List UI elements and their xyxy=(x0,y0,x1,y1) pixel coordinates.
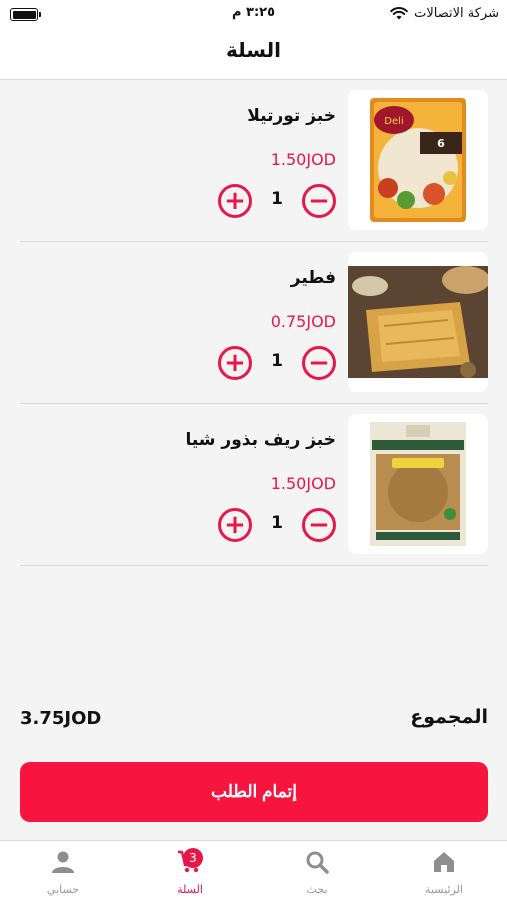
tab-home[interactable]: الرئيسية xyxy=(381,841,507,900)
svg-text:Deli: Deli xyxy=(384,116,403,127)
tab-cart[interactable]: 3 السلة xyxy=(127,841,253,900)
item-price: 1.50JOD xyxy=(270,474,336,493)
tab-home-label: الرئيسية xyxy=(425,883,463,896)
quantity-value: 1 xyxy=(271,351,283,371)
plus-icon: + xyxy=(224,510,246,540)
minus-icon: − xyxy=(308,348,330,378)
quantity-value: 1 xyxy=(271,189,283,209)
increase-quantity-button[interactable]: + xyxy=(218,346,252,380)
item-name: خبز تورتيلا xyxy=(247,106,336,126)
carrier-name: شركة الاتصالات xyxy=(414,6,499,21)
checkout-button[interactable]: إتمام الطلب xyxy=(20,762,488,822)
cart-item: Deli 6 خبز تورتيلا 1.50JOD + 1 − xyxy=(20,80,488,242)
plus-icon: + xyxy=(224,186,246,216)
cart-item: خبز ريف بذور شيا 1.50JOD + 1 − xyxy=(20,404,488,566)
tab-bar: الرئيسية بحث 3 السلة حسابي xyxy=(0,840,507,900)
decrease-quantity-button[interactable]: − xyxy=(302,346,336,380)
tab-account[interactable]: حسابي xyxy=(0,841,126,900)
page-title: السلة xyxy=(225,38,281,62)
total-value: 3.75JOD xyxy=(20,708,102,729)
wifi-icon xyxy=(390,6,408,19)
tab-cart-label: السلة xyxy=(177,883,203,896)
tortilla-wraps-package-image: Deli 6 xyxy=(348,90,488,230)
search-icon xyxy=(306,851,329,874)
plus-icon: + xyxy=(224,348,246,378)
total-label: المجموع xyxy=(410,706,488,728)
quantity-stepper: + 1 − xyxy=(211,346,336,380)
quantity-stepper: + 1 − xyxy=(211,508,336,542)
user-icon xyxy=(52,851,74,873)
tab-account-label: حسابي xyxy=(46,883,80,896)
pastry-photo-image xyxy=(348,252,488,392)
item-price: 1.50JOD xyxy=(270,150,336,169)
cart-count-badge: 3 xyxy=(183,848,203,868)
minus-icon: − xyxy=(308,186,330,216)
item-price: 0.75JOD xyxy=(270,312,336,331)
tab-search-label: بحث xyxy=(306,883,328,896)
cart-list: Deli 6 خبز تورتيلا 1.50JOD + 1 − فطير 0.… xyxy=(20,80,488,566)
svg-text:6: 6 xyxy=(437,137,445,150)
nav-header: السلة xyxy=(0,28,507,80)
home-icon xyxy=(434,852,454,872)
minus-icon: − xyxy=(308,510,330,540)
decrease-quantity-button[interactable]: − xyxy=(302,508,336,542)
quantity-stepper: + 1 − xyxy=(211,184,336,218)
quantity-value: 1 xyxy=(271,513,283,533)
cart-item: فطير 0.75JOD + 1 − xyxy=(20,242,488,404)
item-name: فطير xyxy=(290,268,336,288)
item-name: خبز ريف بذور شيا xyxy=(185,430,336,450)
increase-quantity-button[interactable]: + xyxy=(218,508,252,542)
increase-quantity-button[interactable]: + xyxy=(218,184,252,218)
status-carrier: شركة الاتصالات xyxy=(390,6,499,21)
status-bar: ٣:٢٥ م شركة الاتصالات xyxy=(0,0,507,28)
total-row: المجموع 3.75JOD xyxy=(20,706,488,736)
decrease-quantity-button[interactable]: − xyxy=(302,184,336,218)
reef-bread-package-image xyxy=(348,414,488,554)
tab-search[interactable]: بحث xyxy=(254,841,380,900)
